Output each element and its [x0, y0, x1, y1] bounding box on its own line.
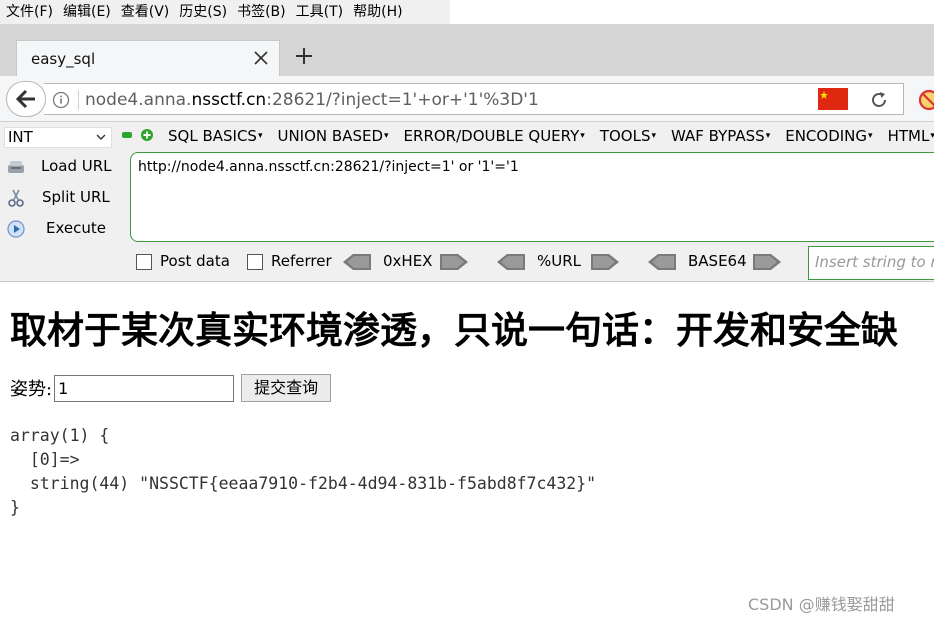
- caret-icon: ▾: [257, 131, 263, 141]
- menu-file[interactable]: 文件(F): [0, 0, 57, 24]
- menu-waf-label: WAF BYPASS: [671, 127, 765, 145]
- menu-error-label: ERROR/DOUBLE QUERY: [403, 127, 580, 145]
- menu-bookmarks[interactable]: 书签(B): [231, 0, 290, 24]
- nav-bar: node4.anna.nssctf.cn:28621/?inject=1'+or…: [0, 76, 934, 122]
- new-tab-icon[interactable]: [292, 44, 316, 68]
- tab-easy-sql[interactable]: easy_sql: [16, 40, 280, 76]
- split-url-button[interactable]: Split URL: [0, 183, 126, 214]
- url-encode-label: %URL: [537, 252, 582, 270]
- url-path: :28621/?inject=1'+or+'1'%3D'1: [266, 90, 539, 110]
- url-domain: nssctf.cn: [191, 90, 267, 110]
- base64-encode-arrow-icon[interactable]: [753, 254, 781, 270]
- noscript-icon[interactable]: [918, 89, 934, 111]
- watermark: CSDN @赚钱娶甜甜: [748, 595, 895, 614]
- menu-encoding-label: ENCODING: [785, 127, 868, 145]
- referrer-label: Referrer: [271, 252, 332, 270]
- menu-html[interactable]: HTML▾: [888, 127, 934, 145]
- scissors-icon: [8, 189, 24, 207]
- hackbar-url-textarea[interactable]: http://node4.anna.nssctf.cn:28621/?injec…: [130, 152, 934, 242]
- hex-decode-arrow-icon[interactable]: [343, 254, 371, 270]
- menu-union-based[interactable]: UNION BASED▾: [277, 127, 388, 145]
- base64-decode-arrow-icon[interactable]: [648, 254, 676, 270]
- execute-button[interactable]: Execute: [0, 214, 126, 245]
- dump-line: string(44) "NSSCTF{eeaa7910-f2b4-4d94-83…: [10, 474, 597, 493]
- menu-bar: 文件(F) 编辑(E) 查看(V) 历史(S) 书签(B) 工具(T) 帮助(H…: [0, 0, 450, 24]
- menu-sql-basics-label: SQL BASICS: [168, 127, 257, 145]
- hackbar-panel: INT SQL BASICS▾ UNION BASED▾ ERROR/DOUBL…: [0, 122, 934, 282]
- tab-title: easy_sql: [31, 50, 96, 68]
- form-label: 姿势:: [10, 379, 53, 400]
- menu-html-label: HTML: [887, 127, 930, 145]
- menu-help[interactable]: 帮助(H): [347, 0, 406, 24]
- type-select-value: INT: [8, 128, 33, 146]
- caret-icon: ▾: [930, 131, 934, 141]
- info-icon[interactable]: [52, 91, 70, 109]
- page-heading: 取材于某次真实环境渗透，只说一句话：开发和安全缺: [10, 309, 898, 352]
- load-url-icon: [8, 161, 24, 173]
- chevron-down-icon: [96, 134, 106, 140]
- caret-icon: ▾: [651, 131, 656, 141]
- tab-strip: easy_sql: [0, 24, 934, 76]
- menu-union-based-label: UNION BASED: [277, 127, 384, 145]
- load-url-button[interactable]: Load URL: [0, 152, 126, 183]
- url-text[interactable]: node4.anna.nssctf.cn:28621/?inject=1'+or…: [85, 90, 539, 110]
- caret-icon: ▾: [868, 131, 873, 141]
- china-flag-icon: [818, 88, 848, 110]
- url-decode-arrow-icon[interactable]: [497, 254, 525, 270]
- dump-line: }: [10, 498, 20, 517]
- caret-icon: ▾: [765, 131, 771, 141]
- var-dump-output: array(1) { [0]=> string(44) "NSSCTF{eeaa…: [10, 424, 596, 520]
- execute-icon: [7, 220, 25, 238]
- insert-string-input[interactable]: Insert string to re: [808, 246, 934, 280]
- execute-label: Execute: [46, 219, 106, 237]
- menu-tools-label: TOOLS: [599, 127, 651, 145]
- address-bar[interactable]: node4.anna.nssctf.cn:28621/?inject=1'+or…: [44, 83, 904, 115]
- menu-history[interactable]: 历史(S): [173, 0, 231, 24]
- submit-button[interactable]: 提交查询: [241, 374, 332, 402]
- post-data-checkbox[interactable]: [136, 254, 152, 270]
- hackbar-options: Post data Referrer 0xHEX %URL BASE64 Ins…: [0, 246, 934, 280]
- menu-encoding[interactable]: ENCODING▾: [785, 127, 872, 145]
- menu-tools[interactable]: 工具(T): [290, 0, 347, 24]
- reload-icon[interactable]: [868, 89, 890, 111]
- referrer-checkbox[interactable]: [247, 254, 263, 270]
- hex-label: 0xHEX: [383, 252, 433, 270]
- back-arrow-icon: [15, 89, 35, 109]
- hackbar-actions: Load URL Split URL Execute: [0, 152, 126, 245]
- menu-edit[interactable]: 编辑(E): [57, 0, 115, 24]
- type-select[interactable]: INT: [4, 127, 112, 148]
- caret-icon: ▾: [580, 131, 585, 141]
- post-data-label: Post data: [160, 252, 230, 270]
- menu-waf-bypass[interactable]: WAF BYPASS▾: [671, 127, 770, 145]
- menu-tools-hackbar[interactable]: TOOLS▾: [600, 127, 656, 145]
- hackbar-menus: SQL BASICS▾ UNION BASED▾ ERROR/DOUBLE QU…: [168, 127, 934, 145]
- hex-encode-arrow-icon[interactable]: [440, 254, 468, 270]
- inject-form: 姿势: 提交查询: [10, 373, 332, 403]
- dump-line: array(1) {: [10, 426, 110, 445]
- url-encode-arrow-icon[interactable]: [591, 254, 619, 270]
- load-url-label: Load URL: [41, 157, 112, 175]
- close-icon[interactable]: [251, 48, 271, 68]
- url-separator: [78, 90, 79, 110]
- base64-label: BASE64: [688, 252, 747, 270]
- menu-sql-basics[interactable]: SQL BASICS▾: [168, 127, 262, 145]
- inject-input[interactable]: [54, 374, 235, 402]
- menu-view[interactable]: 查看(V): [115, 0, 174, 24]
- dump-line: [0]=>: [10, 450, 80, 469]
- plus-icon[interactable]: [141, 129, 153, 141]
- caret-icon: ▾: [384, 131, 389, 141]
- url-host-prefix: node4.anna.: [85, 90, 192, 110]
- split-url-label: Split URL: [42, 188, 110, 206]
- back-button[interactable]: [6, 81, 46, 117]
- menu-error-double-query[interactable]: ERROR/DOUBLE QUERY▾: [404, 127, 585, 145]
- minus-icon[interactable]: [122, 132, 132, 138]
